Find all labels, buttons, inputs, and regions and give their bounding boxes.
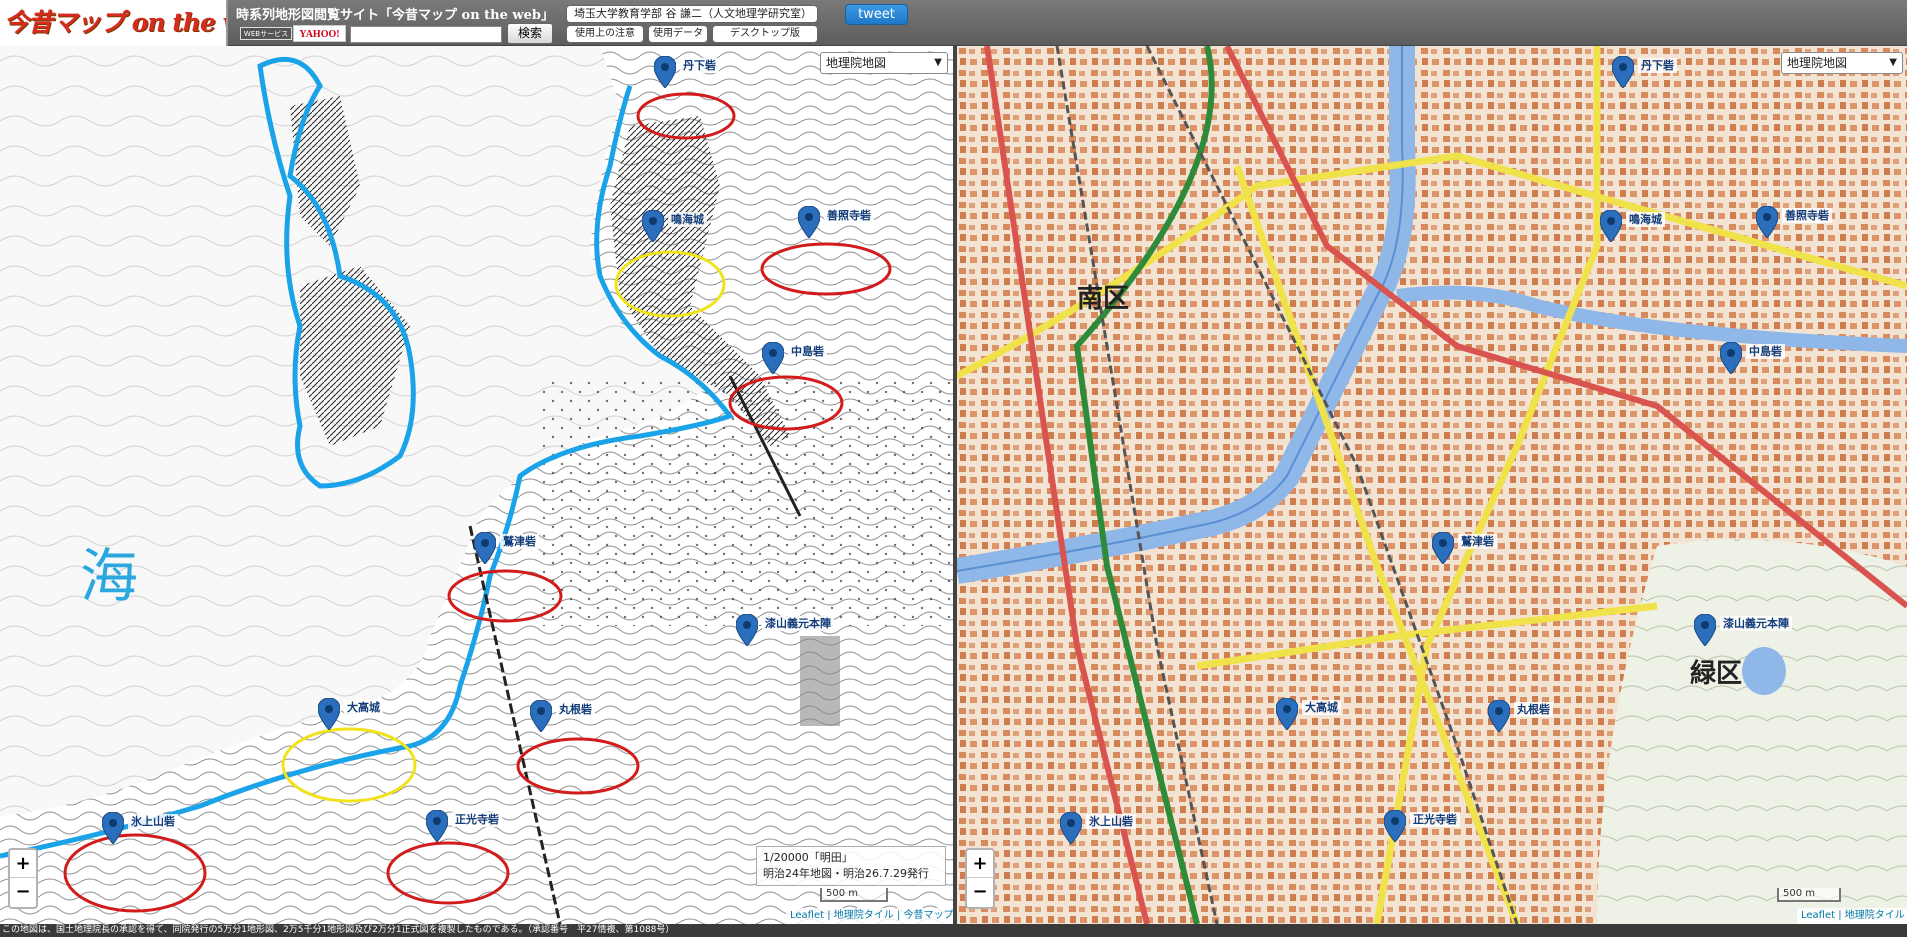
search-button[interactable]: 検索 bbox=[507, 23, 553, 44]
desktop-version-button[interactable]: デスクトップ版 bbox=[712, 25, 818, 43]
map-pin-icon bbox=[642, 210, 664, 242]
old-map-pane[interactable]: 海 地理院地図 ▼ 丹下砦 鳴海城 善照寺砦 中島砦 鷲津砦 漆山義元本陣 大高… bbox=[0, 46, 953, 924]
header-bar: 今昔マップ on the web 時系列地形図閲覧サイト「今昔マップ on th… bbox=[0, 0, 1907, 46]
marker-shokoji[interactable]: 正光寺砦 bbox=[1384, 810, 1460, 842]
map-pin-icon bbox=[1276, 698, 1298, 730]
left-zoom-control: + − bbox=[8, 848, 38, 909]
marker-label: 漆山義元本陣 bbox=[1720, 616, 1792, 631]
marker-label: 中島砦 bbox=[1746, 344, 1785, 359]
map-pin-icon bbox=[1720, 342, 1742, 374]
modern-map-pane[interactable]: 南区 緑区 地理院地図 ▼ 丹下砦 鳴海城 善照寺砦 中島砦 鷲津砦 漆山義元本… bbox=[957, 46, 1907, 924]
marker-marune[interactable]: 丸根砦 bbox=[530, 700, 595, 732]
caption-sheet: 1/20000「明田」 bbox=[763, 851, 853, 864]
web-service-badge[interactable]: WEBサービス bbox=[240, 27, 292, 40]
sea-label: 海 bbox=[80, 542, 139, 610]
marker-tange[interactable]: 丹下砦 bbox=[1612, 56, 1677, 88]
marker-label: 漆山義元本陣 bbox=[762, 616, 834, 631]
marker-label: 中島砦 bbox=[788, 344, 827, 359]
map-pin-icon bbox=[318, 698, 340, 730]
left-scale-bar: 500 m bbox=[820, 888, 888, 902]
marker-zenshoji[interactable]: 善照寺砦 bbox=[1756, 206, 1832, 238]
old-map-tiles bbox=[0, 46, 953, 924]
map-pin-icon bbox=[1384, 810, 1406, 842]
right-layer-select[interactable]: 地理院地図 ▼ bbox=[1781, 52, 1903, 74]
tweet-button[interactable]: tweet bbox=[845, 4, 908, 25]
marker-odaka-castle[interactable]: 大高城 bbox=[318, 698, 383, 730]
zoom-in-button[interactable]: + bbox=[967, 850, 993, 878]
marker-label: 大高城 bbox=[1302, 700, 1341, 715]
marker-label: 氷上山砦 bbox=[1086, 814, 1136, 829]
marker-urushiyama[interactable]: 漆山義元本陣 bbox=[736, 614, 834, 646]
marker-label: 鷲津砦 bbox=[500, 534, 539, 549]
marker-narumi-castle[interactable]: 鳴海城 bbox=[642, 210, 707, 242]
right-zoom-control: + − bbox=[965, 848, 995, 909]
old-map-caption: 1/20000「明田」 明治24年地図・明治26.7.29発行 bbox=[756, 846, 946, 886]
marker-label: 善照寺砦 bbox=[824, 208, 874, 223]
map-pin-icon bbox=[1432, 532, 1454, 564]
yahoo-logo[interactable]: YAHOO! bbox=[293, 25, 346, 42]
marker-label: 善照寺砦 bbox=[1782, 208, 1832, 223]
marker-zenshoji[interactable]: 善照寺砦 bbox=[798, 206, 874, 238]
data-button[interactable]: 使用データ bbox=[648, 25, 708, 43]
marker-urushiyama[interactable]: 漆山義元本陣 bbox=[1694, 614, 1792, 646]
search-input[interactable] bbox=[350, 26, 502, 43]
zoom-out-button[interactable]: − bbox=[967, 878, 993, 906]
left-layer-select-value: 地理院地図 bbox=[826, 56, 887, 70]
marker-shokoji[interactable]: 正光寺砦 bbox=[426, 810, 502, 842]
chevron-down-icon: ▼ bbox=[1889, 57, 1897, 68]
map-pin-icon bbox=[654, 56, 676, 88]
copyright-footer: この地図は、国土地理院長の承認を得て、同院発行の5万分1地形図、2万5千分1地形… bbox=[0, 924, 1907, 937]
marker-odaka-castle[interactable]: 大高城 bbox=[1276, 698, 1341, 730]
zoom-in-button[interactable]: + bbox=[10, 850, 36, 878]
author-info: 埼玉大学教育学部 谷 謙二（人文地理学研究室） bbox=[566, 5, 818, 23]
marker-hikamiyama[interactable]: 氷上山砦 bbox=[1060, 812, 1136, 844]
marker-narumi-castle[interactable]: 鳴海城 bbox=[1600, 210, 1665, 242]
marker-label: 鷲津砦 bbox=[1458, 534, 1497, 549]
map-pin-icon bbox=[426, 810, 448, 842]
marker-label: 丹下砦 bbox=[680, 58, 719, 73]
modern-map-tiles bbox=[957, 46, 1907, 924]
zoom-out-button[interactable]: − bbox=[10, 878, 36, 906]
caption-date: 明治24年地図・明治26.7.29発行 bbox=[763, 867, 929, 880]
chevron-down-icon: ▼ bbox=[934, 57, 942, 68]
marker-label: 丸根砦 bbox=[556, 702, 595, 717]
ward-label-minami: 南区 bbox=[1077, 284, 1130, 314]
map-pin-icon bbox=[762, 342, 784, 374]
map-pin-icon bbox=[530, 700, 552, 732]
marker-label: 正光寺砦 bbox=[1410, 812, 1460, 827]
right-attribution[interactable]: Leaflet | 地理院タイル bbox=[1797, 908, 1907, 924]
site-logo[interactable]: 今昔マップ on the web bbox=[0, 0, 228, 46]
marker-label: 氷上山砦 bbox=[128, 814, 178, 829]
marker-label: 大高城 bbox=[344, 700, 383, 715]
marker-hikamiyama[interactable]: 氷上山砦 bbox=[102, 812, 178, 844]
right-scale-bar: 500 m bbox=[1777, 888, 1841, 902]
map-pin-icon bbox=[474, 532, 496, 564]
marker-marune[interactable]: 丸根砦 bbox=[1488, 700, 1553, 732]
left-attribution[interactable]: Leaflet | 地理院タイル | 今昔マップ bbox=[786, 908, 953, 924]
marker-washizu[interactable]: 鷲津砦 bbox=[1432, 532, 1497, 564]
map-pin-icon bbox=[798, 206, 820, 238]
marker-nakajima[interactable]: 中島砦 bbox=[1720, 342, 1785, 374]
ward-label-midori: 緑区 bbox=[1690, 659, 1743, 689]
map-pin-icon bbox=[1612, 56, 1634, 88]
map-pin-icon bbox=[1694, 614, 1716, 646]
marker-tange[interactable]: 丹下砦 bbox=[654, 56, 719, 88]
map-pin-icon bbox=[1060, 812, 1082, 844]
marker-nakajima[interactable]: 中島砦 bbox=[762, 342, 827, 374]
marker-label: 丹下砦 bbox=[1638, 58, 1677, 73]
map-pin-icon bbox=[102, 812, 124, 844]
marker-washizu[interactable]: 鷲津砦 bbox=[474, 532, 539, 564]
map-pin-icon bbox=[1756, 206, 1778, 238]
map-pin-icon bbox=[1600, 210, 1622, 242]
right-layer-select-value: 地理院地図 bbox=[1787, 56, 1848, 70]
marker-label: 丸根砦 bbox=[1514, 702, 1553, 717]
map-pin-icon bbox=[736, 614, 758, 646]
map-pin-icon bbox=[1488, 700, 1510, 732]
marker-label: 正光寺砦 bbox=[452, 812, 502, 827]
marker-label: 鳴海城 bbox=[668, 212, 707, 227]
notice-button[interactable]: 使用上の注意 bbox=[566, 25, 644, 43]
marker-label: 鳴海城 bbox=[1626, 212, 1665, 227]
left-layer-select[interactable]: 地理院地図 ▼ bbox=[820, 52, 948, 74]
site-title: 時系列地形図閲覧サイト「今昔マップ on the web」 bbox=[236, 8, 554, 23]
